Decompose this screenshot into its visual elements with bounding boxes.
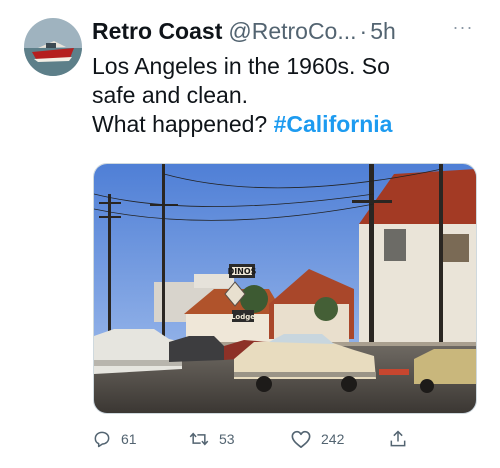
like-icon	[291, 430, 311, 448]
author-name[interactable]: Retro Coast	[92, 17, 222, 45]
like-button[interactable]: 242	[290, 426, 344, 452]
more-icon[interactable]: ···	[452, 18, 474, 40]
retweet-count: 53	[219, 431, 235, 447]
sign-lodge: Lodge	[231, 313, 255, 321]
reply-count: 61	[121, 431, 137, 447]
tweet-text-line: Los Angeles in the 1960s. So	[92, 53, 390, 79]
reply-icon	[94, 431, 110, 448]
retweet-icon	[189, 432, 209, 446]
separator-dot: ·	[359, 18, 368, 44]
tweet-header: Retro Coast @RetroCo... · 5h	[92, 17, 480, 45]
tweet-text-line: What happened? #California	[92, 110, 482, 139]
author-handle[interactable]: @RetroCo...	[228, 17, 356, 45]
share-button[interactable]	[388, 426, 417, 452]
timestamp[interactable]: 5h	[370, 17, 396, 45]
tweet[interactable]: Retro Coast @RetroCo... · 5h ··· Los Ang…	[0, 0, 500, 468]
hashtag-link[interactable]: #California	[274, 111, 393, 137]
like-count: 242	[321, 431, 345, 447]
tweet-text-segment: What happened?	[92, 111, 268, 137]
tweet-photo[interactable]: DINOS Lodge	[93, 163, 477, 414]
tweet-text-line: safe and clean.	[92, 82, 249, 108]
action-bar: 61 53 242	[92, 426, 422, 452]
avatar[interactable]	[24, 18, 82, 76]
retweet-button[interactable]: 53	[188, 426, 235, 452]
share-icon	[390, 430, 406, 447]
reply-button[interactable]: 61	[92, 426, 137, 452]
sign-dinos: DINOS	[228, 267, 257, 276]
tweet-text: Los Angeles in the 1960s. So safe and cl…	[92, 52, 482, 139]
